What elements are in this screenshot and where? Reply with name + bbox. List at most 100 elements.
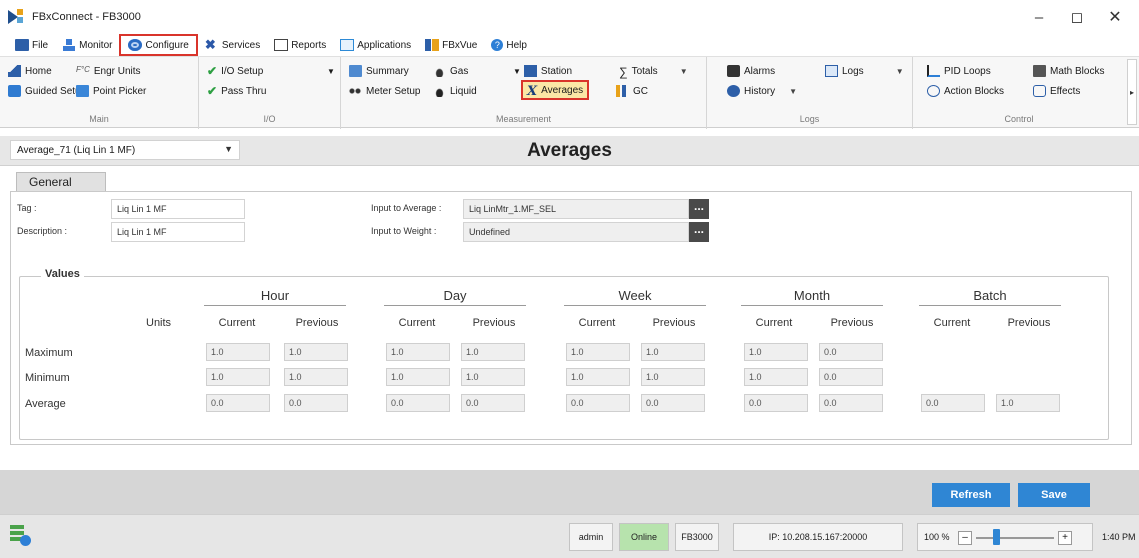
- column-header-previous: Previous: [295, 317, 339, 329]
- help-icon: ?: [491, 39, 504, 51]
- value-cell[interactable]: 1.0: [206, 343, 270, 361]
- io-setup-button[interactable]: ✔ I/O Setup: [207, 63, 263, 79]
- value-cell[interactable]: 1.0: [566, 368, 630, 386]
- refresh-button[interactable]: Refresh: [932, 483, 1010, 507]
- value-cell[interactable]: 0.0: [641, 394, 705, 412]
- logs-button[interactable]: Logs ▼: [825, 63, 904, 79]
- meter-setup-button[interactable]: Meter Setup: [349, 83, 420, 99]
- tag-field[interactable]: Liq Lin 1 MF: [111, 199, 245, 219]
- action-blocks-label: Action Blocks: [944, 85, 1005, 97]
- pass-thru-label: Pass Thru: [221, 85, 267, 97]
- zoom-out-button[interactable]: –: [958, 531, 972, 545]
- ip-status: IP: 10.208.15.167:20000: [733, 523, 903, 551]
- engr-units-button[interactable]: F°C Engr Units: [76, 63, 141, 79]
- value-cell[interactable]: 0.0: [386, 394, 450, 412]
- value-cell[interactable]: 0.0: [284, 394, 348, 412]
- effects-button[interactable]: Effects: [1033, 83, 1080, 99]
- gc-icon: [616, 85, 629, 97]
- gc-button[interactable]: GC: [616, 83, 648, 99]
- sigma-icon: ∑: [619, 65, 628, 79]
- input-to-average-browse-button[interactable]: ...: [689, 199, 709, 219]
- save-button[interactable]: Save: [1018, 483, 1090, 507]
- ribbon-group-label: Main: [89, 114, 109, 124]
- value-cell[interactable]: 1.0: [566, 343, 630, 361]
- header-strip: Average_71 (Liq Lin 1 MF) ▼ Averages: [0, 136, 1139, 166]
- point-selector-value: Average_71 (Liq Lin 1 MF): [17, 144, 136, 156]
- input-to-weight-browse-button[interactable]: ...: [689, 222, 709, 242]
- tab-general[interactable]: General: [16, 172, 106, 192]
- value-cell[interactable]: 1.0: [996, 394, 1060, 412]
- value-cell[interactable]: 1.0: [386, 368, 450, 386]
- value-cell[interactable]: 1.0: [386, 343, 450, 361]
- gas-button[interactable]: Gas: [433, 63, 468, 79]
- value-cell[interactable]: 0.0: [819, 368, 883, 386]
- value-cell[interactable]: 1.0: [284, 343, 348, 361]
- value-cell[interactable]: 1.0: [284, 368, 348, 386]
- math-blocks-button[interactable]: Math Blocks: [1033, 63, 1104, 79]
- menu-applications[interactable]: Applications: [333, 35, 418, 55]
- zoom-slider-thumb[interactable]: [993, 529, 1000, 545]
- value-cell[interactable]: 0.0: [566, 394, 630, 412]
- summary-button[interactable]: Summary: [349, 63, 409, 79]
- action-bar: Refresh Save: [0, 470, 1139, 514]
- home-button[interactable]: Home: [8, 63, 52, 79]
- tools-icon: ✖: [204, 37, 216, 52]
- value-cell[interactable]: 1.0: [744, 343, 808, 361]
- close-button[interactable]: ✕: [1099, 6, 1131, 28]
- value-cell[interactable]: 0.0: [461, 394, 525, 412]
- alarms-button[interactable]: Alarms: [727, 63, 775, 79]
- action-blocks-button[interactable]: Action Blocks: [927, 83, 1004, 99]
- pid-loops-button[interactable]: PID Loops: [927, 63, 991, 79]
- point-picker-button[interactable]: Point Picker: [76, 83, 146, 99]
- minimize-button[interactable]: –: [1023, 6, 1055, 28]
- check-icon: ✔: [207, 84, 218, 98]
- ribbon-scroll-right-button[interactable]: ▸: [1127, 59, 1137, 125]
- column-header-current: Current: [218, 317, 256, 329]
- menu-help[interactable]: ? Help: [484, 35, 534, 55]
- liquid-button[interactable]: Liquid: [433, 83, 477, 99]
- totals-button[interactable]: ∑ Totals ▼: [619, 63, 688, 79]
- column-header-previous: Previous: [1007, 317, 1051, 329]
- zoom-slider-track[interactable]: [976, 537, 1054, 539]
- menu-services[interactable]: ✖ Services: [198, 35, 267, 55]
- value-cell[interactable]: 1.0: [744, 368, 808, 386]
- point-selector-dropdown[interactable]: Average_71 (Liq Lin 1 MF) ▼: [10, 140, 240, 160]
- value-cell[interactable]: 0.0: [206, 394, 270, 412]
- menu-monitor[interactable]: Monitor: [55, 35, 119, 55]
- menu-fbxvue[interactable]: FBxVue: [418, 35, 484, 55]
- input-to-weight-label: Input to Weight :: [371, 226, 437, 236]
- engr-units-label: Engr Units: [93, 65, 141, 77]
- menu-reports[interactable]: Reports: [267, 35, 333, 55]
- guided-setup-button[interactable]: Guided Setup: [8, 83, 86, 99]
- station-button[interactable]: ▼ Station: [513, 63, 572, 79]
- maximize-button[interactable]: ◻: [1061, 6, 1093, 28]
- math-blocks-label: Math Blocks: [1050, 65, 1105, 77]
- value-cell[interactable]: 1.0: [461, 343, 525, 361]
- column-header-current: Current: [578, 317, 616, 329]
- zoom-in-button[interactable]: +: [1058, 531, 1072, 545]
- value-cell[interactable]: 0.0: [744, 394, 808, 412]
- io-setup-dropdown[interactable]: ▼: [327, 63, 335, 79]
- flame-icon: [433, 65, 446, 77]
- value-cell[interactable]: 0.0: [819, 343, 883, 361]
- value-cell[interactable]: 1.0: [206, 368, 270, 386]
- device-status: FB3000: [675, 523, 719, 551]
- gas-label: Gas: [450, 65, 469, 77]
- station-icon: [523, 65, 537, 77]
- input-to-weight-field[interactable]: Undefined: [463, 222, 689, 242]
- group-header-batch: Batch: [919, 288, 1061, 306]
- input-to-average-field[interactable]: Liq LinMtr_1.MF_SEL: [463, 199, 689, 219]
- pass-thru-button[interactable]: ✔ Pass Thru: [207, 83, 266, 99]
- value-cell[interactable]: 0.0: [921, 394, 985, 412]
- value-cell[interactable]: 1.0: [461, 368, 525, 386]
- description-field[interactable]: Liq Lin 1 MF: [111, 222, 245, 242]
- history-button[interactable]: History ▼: [727, 83, 797, 99]
- totals-label: Totals: [631, 65, 658, 77]
- averages-button[interactable]: X Averages: [521, 80, 590, 100]
- value-cell[interactable]: 1.0: [641, 343, 705, 361]
- value-cell[interactable]: 1.0: [641, 368, 705, 386]
- value-cell[interactable]: 0.0: [819, 394, 883, 412]
- menu-configure[interactable]: Configure: [119, 34, 198, 56]
- liquid-label: Liquid: [450, 85, 477, 97]
- menu-file[interactable]: File: [8, 35, 55, 55]
